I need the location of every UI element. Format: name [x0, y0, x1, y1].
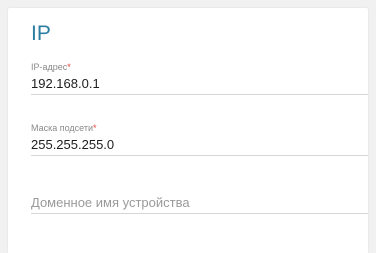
subnet-mask-input[interactable] [31, 134, 368, 156]
ip-address-label: IP-адрес* [31, 62, 368, 73]
ip-settings-card: IP IP-адрес* Маска подсети* [8, 8, 368, 253]
section-title: IP [31, 22, 51, 45]
required-asterisk: * [93, 123, 97, 133]
device-domain-name-input[interactable] [31, 192, 368, 214]
ip-address-label-text: IP-адрес [31, 62, 68, 72]
ip-address-field-group: IP-адрес* [31, 62, 368, 95]
subnet-mask-label: Маска подсети* [31, 123, 368, 134]
subnet-mask-label-text: Маска подсети [31, 123, 94, 133]
ip-address-input[interactable] [31, 73, 368, 95]
required-asterisk: * [67, 62, 71, 72]
subnet-mask-field-group: Маска подсети* [31, 123, 368, 156]
device-domain-name-field-group [31, 192, 368, 214]
